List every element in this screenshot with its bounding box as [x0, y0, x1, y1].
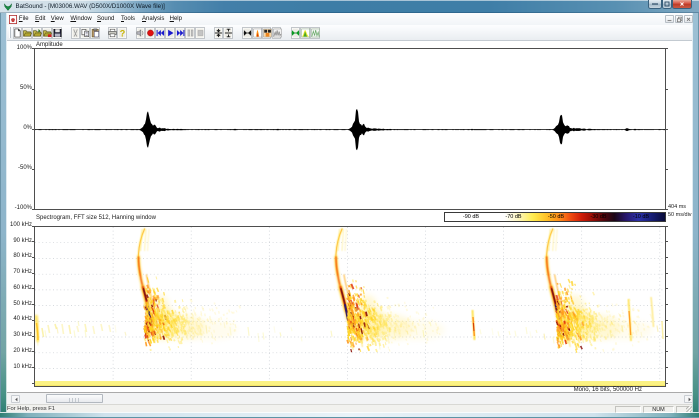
svg-text:?: ? — [120, 29, 126, 39]
